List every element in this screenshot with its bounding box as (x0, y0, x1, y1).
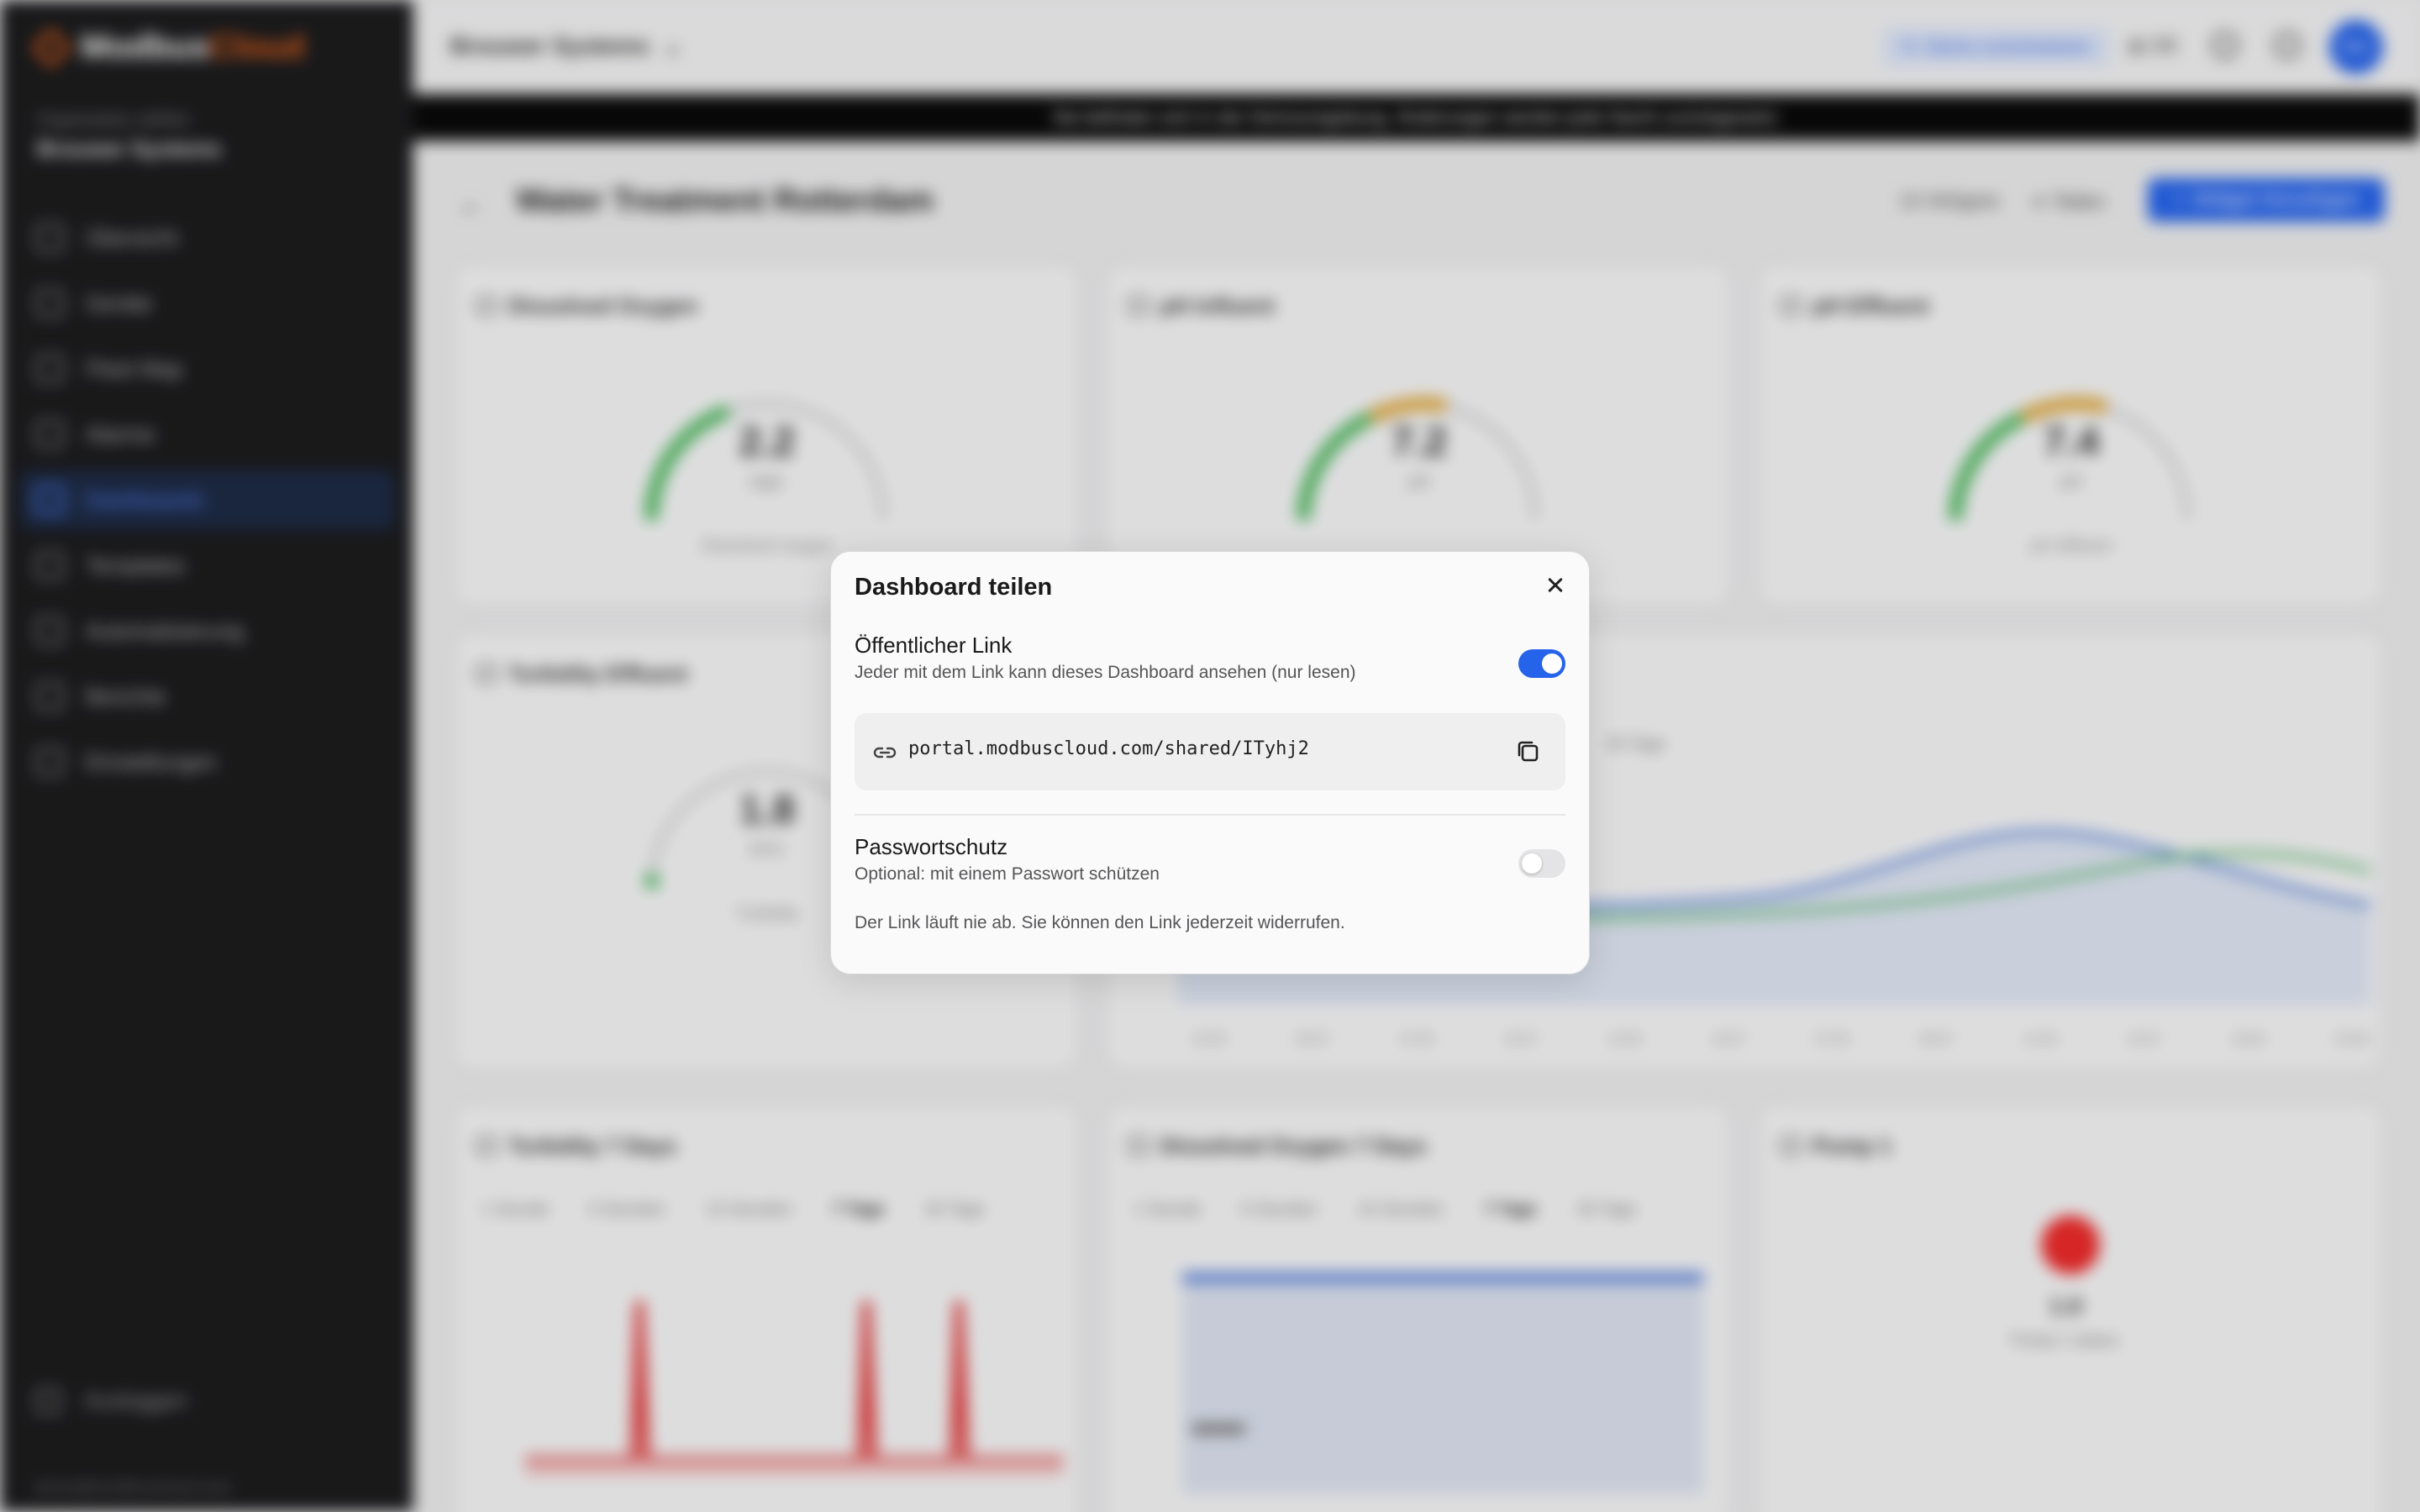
toggle-knob (1542, 654, 1562, 674)
public-link-toggle[interactable] (1518, 649, 1565, 678)
link-expiry-note: Der Link läuft nie ab. Sie können den Li… (855, 913, 1345, 932)
close-button[interactable] (1540, 570, 1570, 601)
password-protection-description: Optional: mit einem Passwort schützen (855, 864, 1160, 884)
password-protection-toggle[interactable] (1518, 849, 1565, 878)
share-dashboard-dialog: Dashboard teilen Öffentlicher Link Jeder… (830, 551, 1590, 974)
copy-icon (1518, 741, 1539, 762)
share-link-box: portal.modbuscloud.com/shared/ITyhj2 (855, 713, 1565, 790)
divider (855, 814, 1565, 816)
public-link-description: Jeder mit dem Link kann dieses Dashboard… (855, 663, 1356, 682)
password-protection-label: Passwortschutz (855, 834, 1008, 859)
link-icon (873, 747, 897, 759)
public-link-label: Öffentlicher Link (855, 633, 1013, 658)
dialog-title: Dashboard teilen (855, 574, 1053, 601)
copy-link-button[interactable] (1512, 735, 1545, 769)
toggle-knob (1522, 853, 1542, 874)
share-url[interactable]: portal.modbuscloud.com/shared/ITyhj2 (908, 738, 1309, 759)
